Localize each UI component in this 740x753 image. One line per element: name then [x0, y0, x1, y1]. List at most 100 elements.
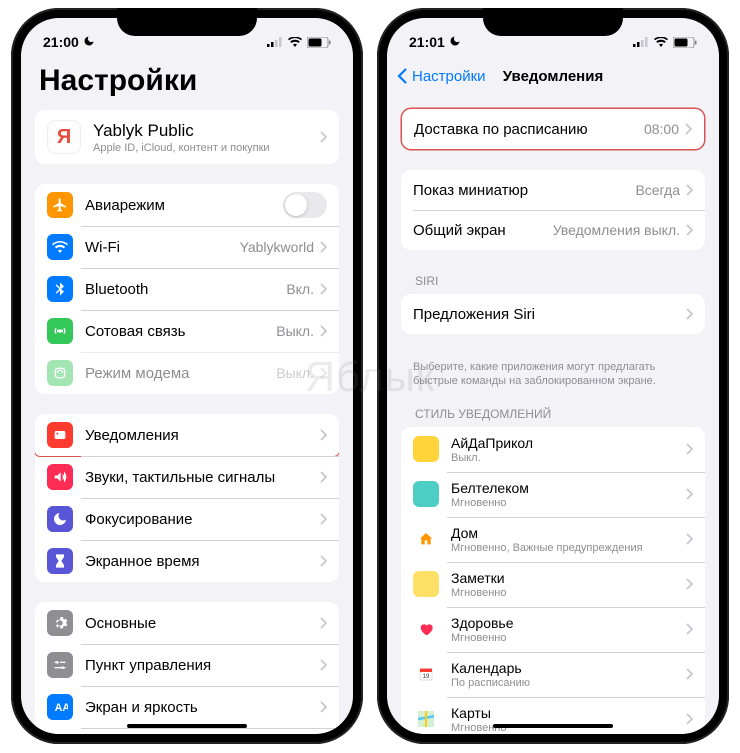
app-notification-row[interactable]: ДомМгновенно, Важные предупреждения — [401, 517, 705, 562]
notifications-group: Уведомления Звуки, тактильные сигналы Фоку… — [35, 414, 339, 582]
cell-value: Yablykworld — [240, 239, 314, 255]
app-notification-row[interactable]: АйДаПриколВыкл. — [401, 427, 705, 472]
screen-right: 21:01 Настройки Уведомления Доставка по … — [387, 18, 719, 734]
airplane-toggle[interactable] — [283, 192, 327, 218]
apps-group: АйДаПриколВыкл.БелтелекомМгновенноДомМгн… — [401, 427, 705, 734]
chevron-icon — [320, 367, 327, 379]
cell-value: Выкл. — [276, 365, 314, 381]
battery-icon — [673, 37, 697, 48]
app-sublabel: Мгновенно, Важные предупреждения — [451, 542, 686, 554]
app-sublabel: Мгновенно — [451, 497, 686, 509]
moon-icon — [83, 34, 95, 50]
setting-row[interactable]: AAЭкран и яркость — [35, 686, 339, 728]
app-icon — [413, 481, 439, 507]
siri-suggestions-cell[interactable]: Предложения Siri — [401, 294, 705, 334]
app-notification-row[interactable]: ЗаметкиМгновенно — [401, 562, 705, 607]
app-notification-row[interactable]: КартыМгновенно — [401, 697, 705, 734]
setting-row[interactable]: Режим модемаВыкл. — [35, 352, 339, 394]
wifi-icon — [288, 37, 302, 47]
cell-label: Фокусирование — [85, 511, 320, 528]
page-title: Настройки — [21, 56, 353, 110]
app-sublabel: Выкл. — [451, 452, 686, 464]
app-label: Заметки — [451, 570, 686, 586]
setting-row[interactable]: Wi-FiYablykworld — [35, 226, 339, 268]
chevron-icon — [320, 555, 327, 567]
app-label: Карты — [451, 705, 686, 721]
setting-row[interactable]: Показ миниатюрВсегда — [401, 170, 705, 210]
svg-text:19: 19 — [423, 674, 430, 680]
app-sublabel: Мгновенно — [451, 632, 686, 644]
setting-row[interactable]: Уведомления — [35, 414, 339, 457]
airplane-icon — [47, 192, 73, 218]
cell-label: Основные — [85, 615, 320, 632]
chevron-icon — [686, 308, 693, 320]
cell-value: Выкл. — [276, 323, 314, 339]
chevron-icon — [320, 429, 327, 441]
cellular-icon — [267, 37, 283, 47]
app-icon — [413, 571, 439, 597]
screen-left: 21:00 Настройки Я Yablyk Public Apple ID… — [21, 18, 353, 734]
chevron-icon — [320, 617, 327, 629]
control-icon — [47, 652, 73, 678]
cellular-icon — [633, 37, 649, 47]
gear-icon — [47, 610, 73, 636]
cell-label: Экран и яркость — [85, 699, 320, 716]
status-time: 21:01 — [409, 34, 445, 50]
app-notification-row[interactable]: 19 КалендарьПо расписанию — [401, 652, 705, 697]
app-icon: 19 — [413, 661, 439, 687]
chevron-icon — [320, 513, 327, 525]
wifi-icon — [654, 37, 668, 47]
chevron-icon — [320, 701, 327, 713]
cell-label: Показ миниатюр — [413, 182, 635, 199]
chevron-icon — [320, 325, 327, 337]
app-notification-row[interactable]: ЗдоровьеМгновенно — [401, 607, 705, 652]
setting-row[interactable]: Основные — [35, 602, 339, 644]
app-label: Здоровье — [451, 615, 686, 631]
home-indicator[interactable] — [127, 724, 247, 728]
app-sublabel: По расписанию — [451, 677, 686, 689]
setting-row[interactable]: Сотовая связьВыкл. — [35, 310, 339, 352]
back-button[interactable]: Настройки — [397, 67, 486, 85]
scheduled-delivery-group: Доставка по расписанию08:00 — [401, 108, 705, 150]
setting-row[interactable]: BluetoothВкл. — [35, 268, 339, 310]
chevron-icon — [320, 471, 327, 483]
moon-icon — [449, 34, 461, 50]
hotspot-icon — [47, 360, 73, 386]
app-notification-row[interactable]: БелтелекомМгновенно — [401, 472, 705, 517]
app-label: Белтелеком — [451, 480, 686, 496]
setting-row[interactable]: Пункт управления — [35, 644, 339, 686]
profile-subtitle: Apple ID, iCloud, контент и покупки — [93, 142, 320, 154]
cell-label: Предложения Siri — [413, 306, 686, 323]
home-indicator[interactable] — [493, 724, 613, 728]
profile-logo: Я — [47, 120, 81, 154]
chevron-icon — [686, 668, 693, 680]
notch — [483, 8, 623, 36]
cell-label: Wi-Fi — [85, 239, 240, 256]
setting-row[interactable]: Звуки, тактильные сигналы — [35, 456, 339, 498]
setting-row[interactable]: Экран «Домой» — [35, 728, 339, 734]
profile-cell[interactable]: Я Yablyk Public Apple ID, iCloud, контен… — [35, 110, 339, 164]
cell-label: Звуки, тактильные сигналы — [85, 469, 320, 486]
chevron-icon — [320, 131, 327, 143]
bluetooth-icon — [47, 276, 73, 302]
nav-title: Уведомления — [503, 68, 603, 85]
siri-group: Предложения Siri — [401, 294, 705, 334]
notif-icon — [47, 422, 73, 448]
app-icon — [413, 436, 439, 462]
app-label: Календарь — [451, 660, 686, 676]
cell-label: Общий экран — [413, 222, 553, 239]
setting-row[interactable]: Общий экранУведомления выкл. — [401, 210, 705, 250]
cell-label: Режим модема — [85, 365, 276, 382]
focus-icon — [47, 506, 73, 532]
setting-row[interactable]: Экранное время — [35, 540, 339, 582]
app-icon — [413, 526, 439, 552]
setting-row[interactable]: Доставка по расписанию08:00 — [402, 109, 704, 149]
setting-row[interactable]: Авиарежим — [35, 184, 339, 226]
cell-label: Пункт управления — [85, 657, 320, 674]
cell-label: Уведомления — [85, 427, 320, 444]
setting-row[interactable]: Фокусирование — [35, 498, 339, 540]
cell-label: Доставка по расписанию — [414, 121, 644, 138]
app-sublabel: Мгновенно — [451, 587, 686, 599]
cell-label: Авиарежим — [85, 197, 283, 214]
chevron-icon — [686, 623, 693, 635]
